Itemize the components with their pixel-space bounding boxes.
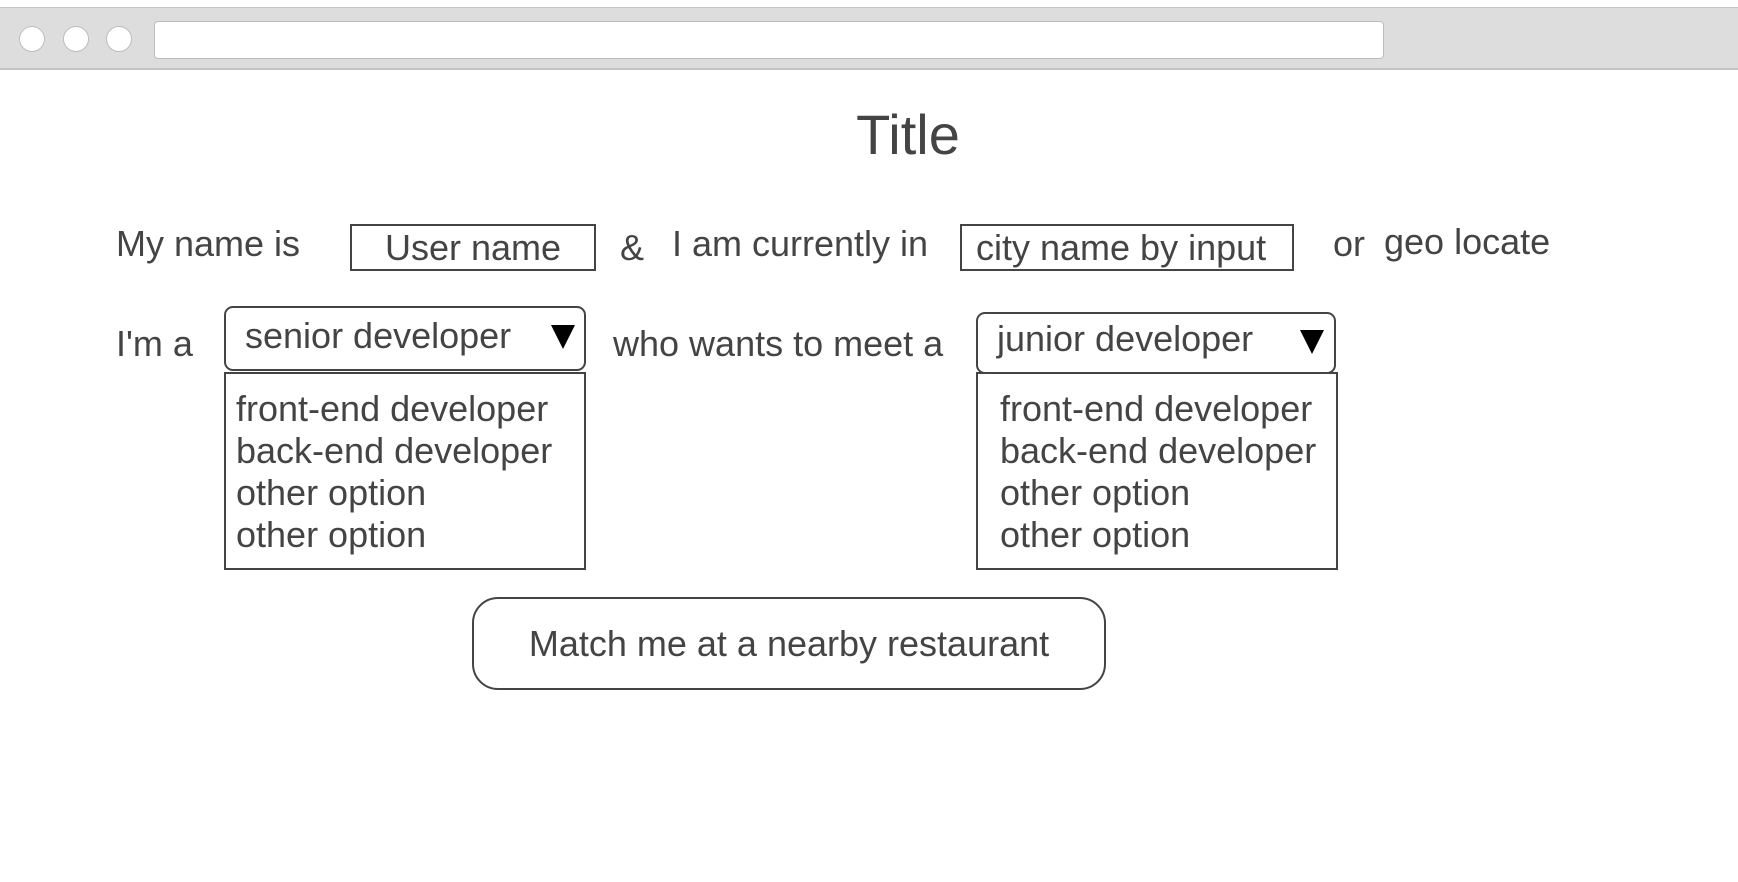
user-name-input[interactable] — [350, 224, 596, 271]
meet-role-prefix-label: who wants to meet a — [613, 323, 944, 364]
window-close-button[interactable] — [19, 26, 45, 52]
self-role-select[interactable]: senior developer — [224, 306, 586, 371]
dropdown-arrow-icon — [551, 325, 575, 349]
name-prefix-label: My name is — [116, 223, 301, 264]
meet-role-options-list: front-end developer back-end developer o… — [976, 372, 1338, 570]
self-role-option[interactable]: other option — [236, 514, 426, 556]
city-name-input[interactable] — [960, 224, 1294, 271]
meet-role-option[interactable]: back-end developer — [1000, 430, 1316, 472]
self-role-option[interactable]: back-end developer — [236, 430, 552, 472]
address-bar[interactable] — [154, 21, 1384, 59]
dropdown-arrow-icon — [1300, 330, 1324, 354]
meet-role-option[interactable]: other option — [1000, 514, 1190, 556]
page-title: Title — [856, 103, 960, 166]
self-role-option[interactable]: other option — [236, 472, 426, 514]
or-label: or — [1333, 223, 1366, 264]
meet-role-select[interactable]: junior developer — [976, 312, 1336, 374]
page: Title My name is & I am currently in or … — [0, 0, 1738, 882]
window-maximize-button[interactable] — [106, 26, 132, 52]
ampersand-label: & — [620, 227, 645, 268]
self-role-options-list: front-end developer back-end developer o… — [224, 372, 586, 570]
location-prefix-label: I am currently in — [672, 223, 929, 264]
meet-role-option[interactable]: front-end developer — [1000, 388, 1312, 430]
meet-role-selected-value: junior developer — [997, 318, 1254, 359]
geo-locate-link[interactable]: geo locate — [1384, 220, 1550, 264]
self-role-option[interactable]: front-end developer — [236, 388, 548, 430]
window-minimize-button[interactable] — [63, 26, 89, 52]
self-role-selected-value: senior developer — [245, 315, 512, 356]
meet-role-option[interactable]: other option — [1000, 472, 1190, 514]
browser-toolbar — [0, 7, 1738, 70]
match-restaurant-button[interactable]: Match me at a nearby restaurant — [472, 597, 1106, 690]
self-role-prefix-label: I'm a — [116, 323, 193, 364]
